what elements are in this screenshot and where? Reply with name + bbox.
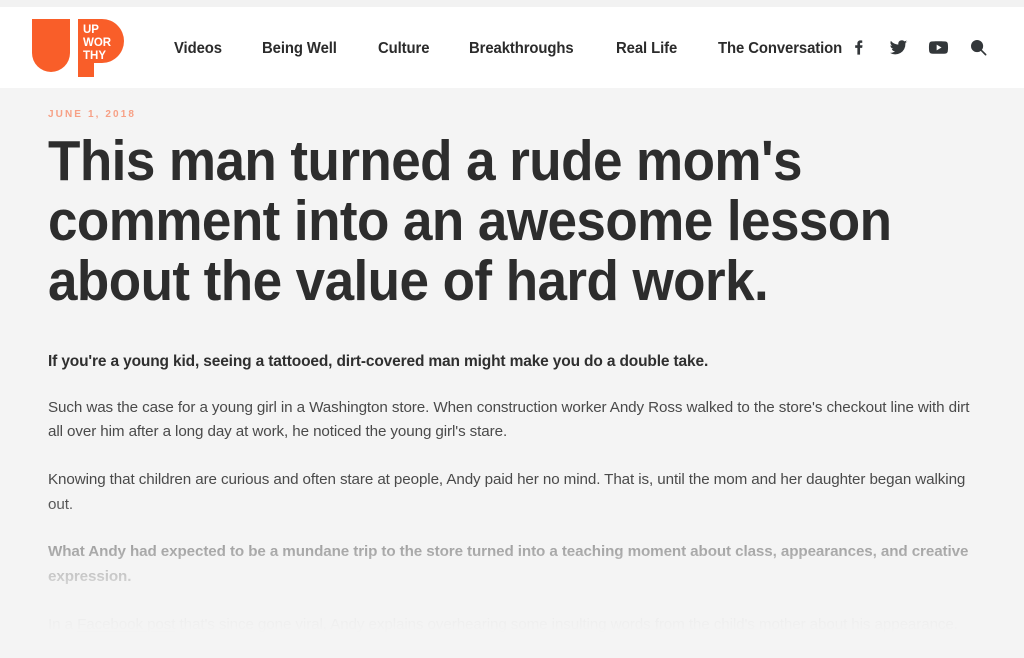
- page-title: This man turned a rude mom's comment int…: [48, 129, 892, 313]
- search-icon[interactable]: [967, 37, 989, 59]
- page-root: UP WOR THY Videos Being Well Culture Bre…: [0, 0, 1024, 658]
- nav-item-real-life[interactable]: Real Life: [616, 40, 677, 58]
- paragraph-4-prefix: In a: [48, 615, 78, 633]
- svg-text:THY: THY: [83, 50, 106, 62]
- youtube-icon[interactable]: [927, 37, 949, 59]
- article-paragraph-2: Knowing that children are curious and of…: [48, 471, 966, 513]
- site-header: UP WOR THY Videos Being Well Culture Bre…: [0, 7, 1024, 88]
- article-paragraph-4: In a Facebook post that's since gone vir…: [48, 613, 976, 638]
- article-container: JUNE 1, 2018 This man turned a rude mom'…: [0, 88, 1024, 658]
- nav-item-culture[interactable]: Culture: [378, 40, 430, 58]
- header-actions: [847, 37, 1005, 59]
- facebook-icon[interactable]: [847, 37, 869, 59]
- article-paragraph-3: What Andy had expected to be a mundane t…: [48, 543, 969, 585]
- top-strip: [0, 0, 1024, 7]
- nav-item-breakthroughs[interactable]: Breakthroughs: [469, 40, 574, 58]
- nav-item-being-well[interactable]: Being Well: [262, 40, 337, 58]
- nav-item-videos[interactable]: Videos: [174, 40, 222, 58]
- main-navigation: Videos Being Well Culture Breakthroughs …: [174, 38, 847, 58]
- twitter-icon[interactable]: [887, 37, 909, 59]
- svg-text:UP: UP: [83, 24, 99, 36]
- article-paragraph-1: Such was the case for a young girl in a …: [48, 398, 970, 441]
- upworthy-logo[interactable]: UP WOR THY: [28, 18, 130, 77]
- article-date: JUNE 1, 2018: [48, 109, 137, 120]
- nav-item-the-conversation[interactable]: The Conversation: [718, 40, 842, 58]
- svg-text:WOR: WOR: [83, 37, 112, 49]
- facebook-post-link[interactable]: Facebook post: [77, 616, 175, 633]
- article: JUNE 1, 2018 This man turned a rude mom'…: [48, 88, 976, 658]
- article-deck: If you're a young kid, seeing a tattooed…: [48, 352, 709, 370]
- paragraph-4-suffix: that's since gone viral, Andy explains o…: [175, 615, 958, 633]
